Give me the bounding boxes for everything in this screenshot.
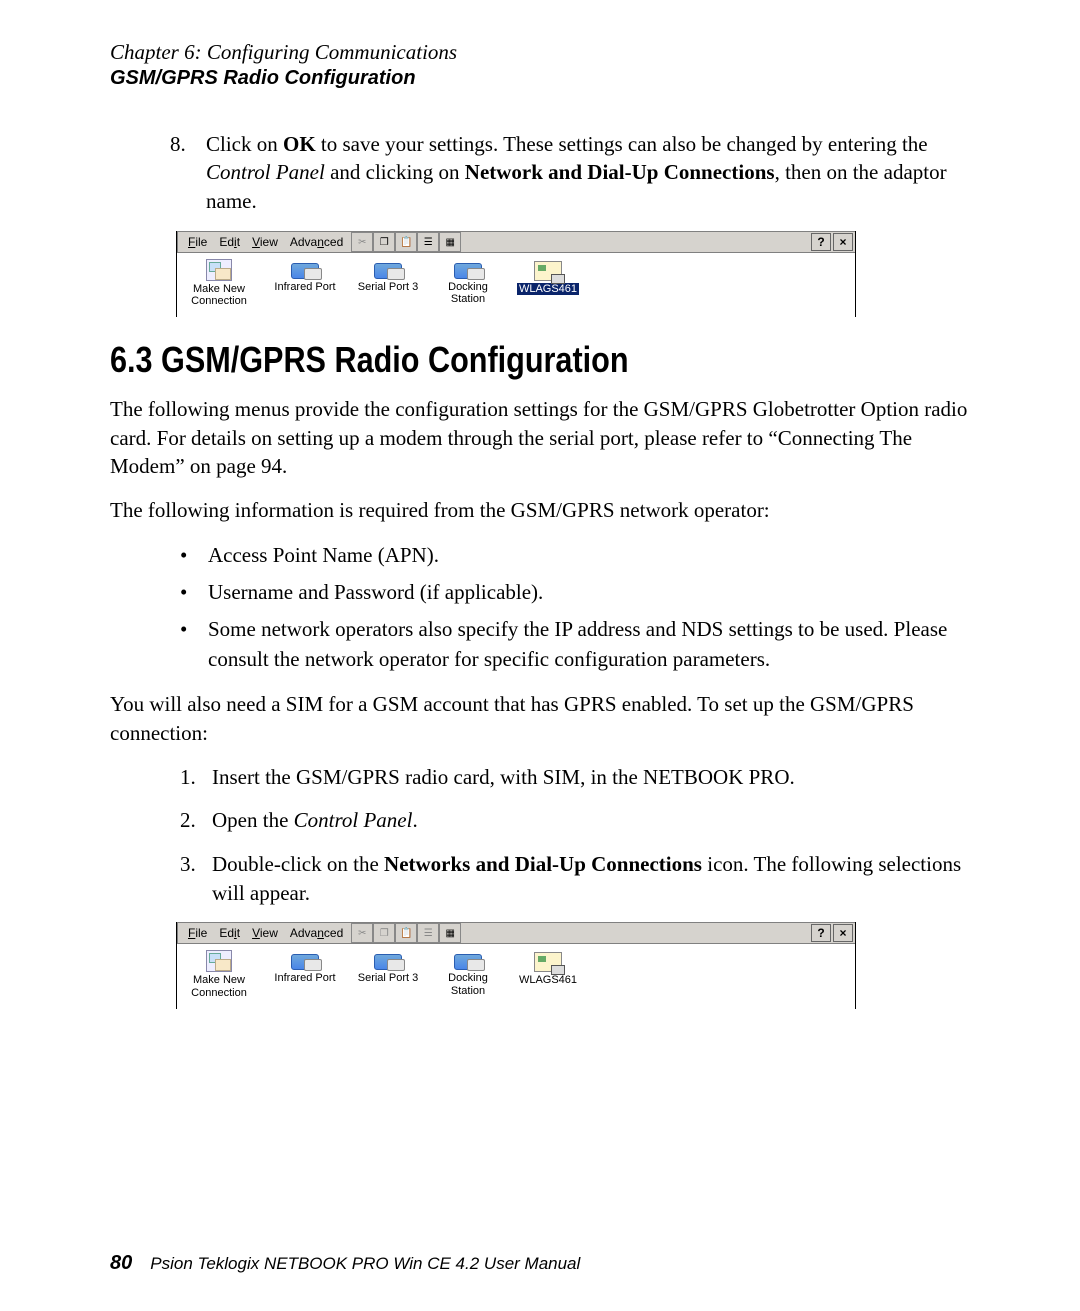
window-menubar: File Edit View Advanced ✂ ❐ 📋 ☰ ▦ ? × (177, 231, 855, 253)
step-text: Click on OK to save your settings. These… (206, 130, 970, 215)
toolbar-cut-icon[interactable]: ✂ (351, 923, 373, 943)
infrared-port[interactable]: Infrared Port (267, 259, 343, 307)
connections-window: File Edit View Advanced ✂ ❐ 📋 ☰ ▦ ? × Ma… (176, 922, 856, 1008)
toolbar-paste-icon[interactable]: 📋 (395, 232, 417, 252)
serial-port-3[interactable]: Serial Port 3 (353, 950, 423, 998)
modem-icon (291, 954, 319, 970)
toolbar-properties-icon[interactable]: ☰ (417, 923, 439, 943)
menu-view[interactable]: View (246, 233, 284, 251)
toolbar-list-icon[interactable]: ▦ (439, 923, 461, 943)
infrared-port[interactable]: Infrared Port (267, 950, 343, 998)
intro-paragraph-1: The following menus provide the configur… (110, 395, 970, 480)
toolbar-cut-icon[interactable]: ✂ (351, 232, 373, 252)
wlags461-adapter[interactable]: WLAGS461 (513, 259, 583, 307)
toolbar-list-icon[interactable]: ▦ (439, 232, 461, 252)
modem-icon (291, 263, 319, 279)
docking-station[interactable]: DockingStation (433, 259, 503, 307)
page-number: 80 (110, 1252, 132, 1275)
intro-paragraph-2: The following information is required fr… (110, 496, 970, 524)
header-section: GSM/GPRS Radio Configuration (110, 67, 970, 90)
docking-station[interactable]: DockingStation (433, 950, 503, 998)
setup-steps: 1. Insert the GSM/GPRS radio card, with … (180, 763, 970, 909)
help-button[interactable]: ? (811, 233, 831, 251)
sim-paragraph: You will also need a SIM for a GSM accou… (110, 690, 970, 747)
connections-window-selected: File Edit View Advanced ✂ ❐ 📋 ☰ ▦ ? × Ma… (176, 231, 856, 317)
requirements-list: •Access Point Name (APN). •Username and … (180, 541, 970, 675)
menu-advanced[interactable]: Advanced (284, 233, 349, 251)
make-new-connection[interactable]: Make NewConnection (181, 259, 257, 307)
wlags461-adapter[interactable]: WLAGS461 (513, 950, 583, 998)
new-connection-icon (206, 259, 232, 281)
header-chapter: Chapter 6: Configuring Communications (110, 40, 970, 65)
modem-icon (374, 954, 402, 970)
nic-icon (534, 261, 562, 281)
modem-icon (454, 954, 482, 970)
close-button[interactable]: × (833, 924, 853, 942)
step-number: 8. (170, 130, 206, 215)
modem-icon (454, 263, 482, 279)
window-body: Make NewConnection Infrared Port Serial … (177, 944, 855, 1008)
menu-view[interactable]: View (246, 924, 284, 942)
new-connection-icon (206, 950, 232, 972)
bullet-credentials: Username and Password (if applicable). (208, 578, 543, 607)
toolbar-copy-icon[interactable]: ❐ (373, 232, 395, 252)
make-new-connection[interactable]: Make NewConnection (181, 950, 257, 998)
serial-port-3[interactable]: Serial Port 3 (353, 259, 423, 307)
close-button[interactable]: × (833, 233, 853, 251)
section-6-3-title: 6.3 GSM/GPRS Radio Configuration (110, 339, 841, 381)
menu-file[interactable]: File (182, 924, 213, 942)
footer-manual-title: Psion Teklogix NETBOOK PRO Win CE 4.2 Us… (150, 1254, 580, 1274)
toolbar-properties-icon[interactable]: ☰ (417, 232, 439, 252)
menu-edit[interactable]: Edit (213, 924, 246, 942)
window-menubar: File Edit View Advanced ✂ ❐ 📋 ☰ ▦ ? × (177, 922, 855, 944)
step-2-text: Open the Control Panel. (212, 806, 418, 835)
modem-icon (374, 263, 402, 279)
help-button[interactable]: ? (811, 924, 831, 942)
bullet-apn: Access Point Name (APN). (208, 541, 439, 570)
window-body: Make NewConnection Infrared Port Serial … (177, 253, 855, 317)
toolbar-paste-icon[interactable]: 📋 (395, 923, 417, 943)
step-3-text: Double-click on the Networks and Dial-Up… (212, 850, 970, 909)
bullet-ip-nds: Some network operators also specify the … (208, 615, 970, 674)
page-footer: 80 Psion Teklogix NETBOOK PRO Win CE 4.2… (110, 1252, 580, 1275)
menu-edit[interactable]: Edit (213, 233, 246, 251)
step-1-text: Insert the GSM/GPRS radio card, with SIM… (212, 763, 795, 792)
menu-advanced[interactable]: Advanced (284, 924, 349, 942)
step-8: 8. Click on OK to save your settings. Th… (170, 130, 970, 215)
toolbar-copy-icon[interactable]: ❐ (373, 923, 395, 943)
nic-icon (534, 952, 562, 972)
menu-file[interactable]: File (182, 233, 213, 251)
